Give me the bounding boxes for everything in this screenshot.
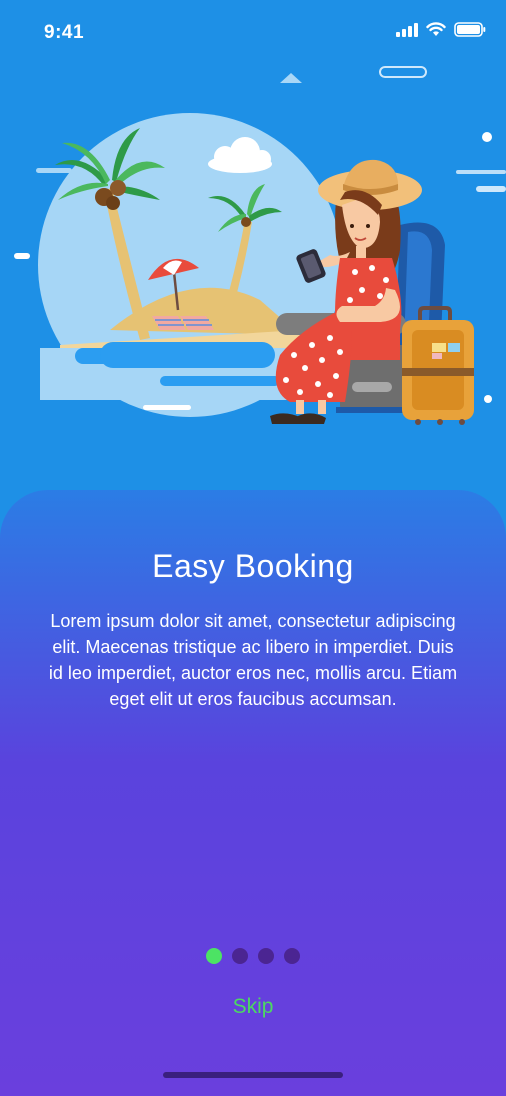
onboarding-description: Lorem ipsum dolor sit amet, consectetur … — [48, 611, 458, 709]
page-dot-4[interactable] — [284, 948, 300, 964]
suitcase-icon — [402, 306, 474, 425]
page-indicator — [0, 948, 506, 964]
onboarding-card: Easy Booking Lorem ipsum dolor sit amet,… — [0, 490, 506, 1096]
wifi-icon — [426, 22, 446, 36]
status-time: 9:41 — [44, 22, 85, 43]
home-indicator[interactable] — [163, 1072, 343, 1078]
onboarding-screen: 9:41 Easy Booking Lorem ipsum dolor sit … — [0, 0, 506, 1096]
status-icons — [396, 22, 486, 37]
onboarding-title: Easy Booking — [152, 548, 354, 584]
page-dot-1[interactable] — [206, 948, 222, 964]
status-bar: 9:41 — [0, 0, 506, 60]
page-dot-2[interactable] — [232, 948, 248, 964]
travel-illustration — [14, 66, 506, 425]
sea — [40, 342, 300, 410]
cellular-signal-icon — [396, 22, 418, 37]
page-dot-3[interactable] — [258, 948, 274, 964]
skip-button[interactable]: Skip — [203, 994, 303, 1020]
battery-icon — [454, 22, 486, 37]
